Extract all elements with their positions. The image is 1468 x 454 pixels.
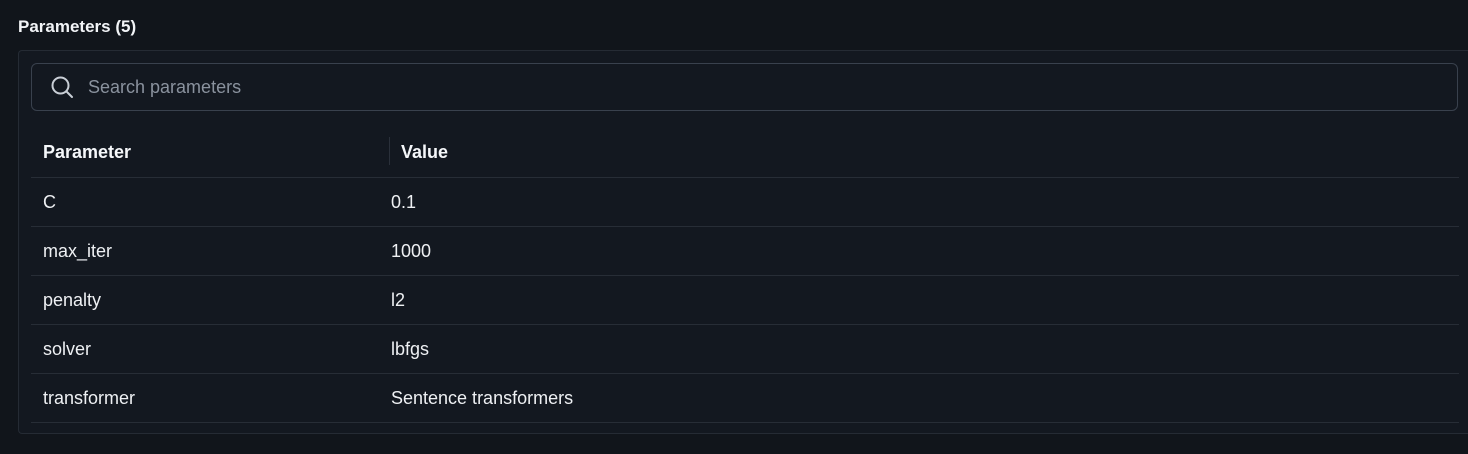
parameter-cell: transformer [43,387,136,408]
value-cell: lbfgs [391,338,430,359]
table-row: transformer Sentence transformers [31,374,1459,423]
parameter-cell: penalty [43,289,102,310]
column-divider[interactable] [389,137,390,165]
search-box[interactable] [31,63,1458,111]
table-header-row: Parameter Value [31,128,1459,178]
column-header-value[interactable]: Value [389,142,448,163]
search-input[interactable] [86,63,1457,111]
table-row: max_iter 1000 [31,227,1459,276]
table-row: solver lbfgs [31,325,1459,374]
value-cell: Sentence transformers [391,387,574,408]
value-cell: 0.1 [391,191,417,212]
parameters-table: Parameter Value C 0.1 max_iter 1000 pena… [31,128,1459,423]
table-row: penalty l2 [31,276,1459,325]
search-icon [50,75,74,99]
table-row: C 0.1 [31,178,1459,227]
parameters-page: Parameters (5) Parameter Value C 0.1 [0,0,1468,454]
value-cell: 1000 [391,240,432,261]
column-header-parameter[interactable]: Parameter [31,142,389,163]
parameters-panel: Parameter Value C 0.1 max_iter 1000 pena… [18,50,1468,434]
parameter-cell: C [43,191,56,212]
value-cell: l2 [391,289,406,310]
parameter-cell: solver [43,338,92,359]
parameter-cell: max_iter [43,240,113,261]
section-title: Parameters (5) [18,17,137,36]
